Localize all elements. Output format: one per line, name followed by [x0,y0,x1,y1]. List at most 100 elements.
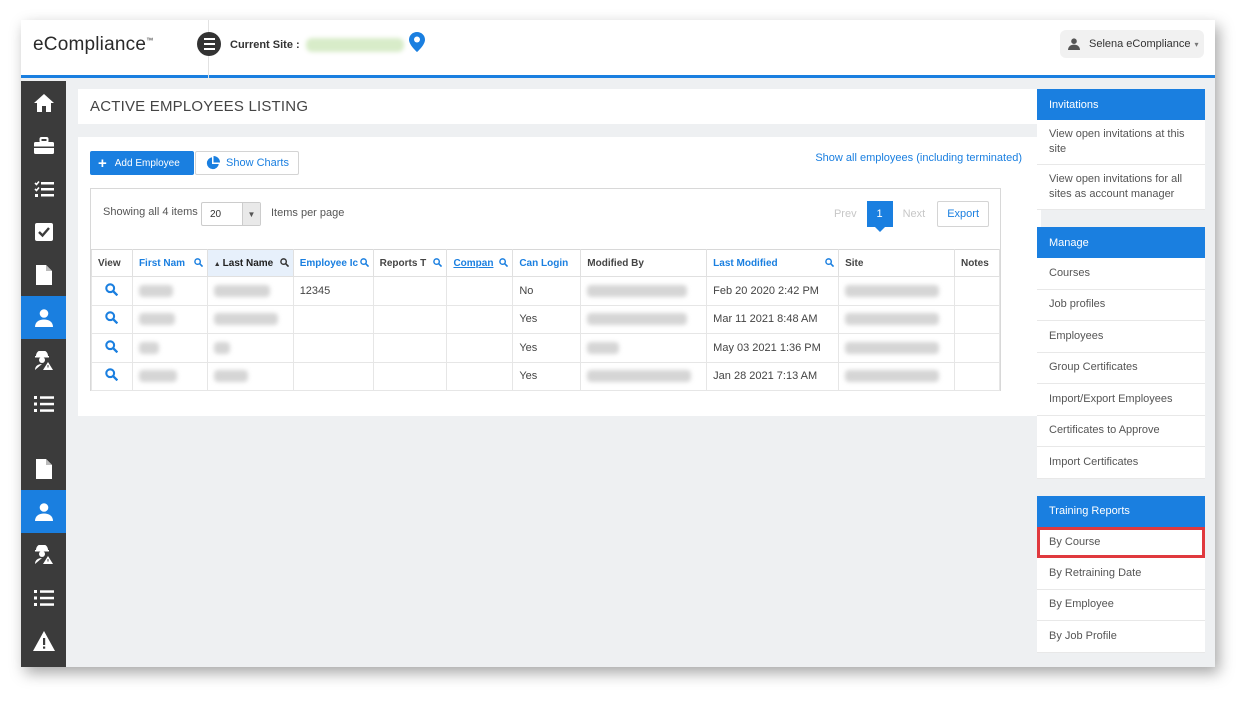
invitations-this-site-link[interactable]: View open invitations at this site [1037,120,1205,165]
checklist-icon [33,180,54,197]
sidebar-item-contractors-2[interactable] [21,533,66,576]
training-reports-panel: Training Reports By Course By Retraining… [1037,495,1205,653]
home-icon [33,93,54,112]
search-icon[interactable] [433,258,443,270]
show-charts-button[interactable]: Show Charts [195,151,299,175]
training-reports-header: Training Reports [1037,495,1205,527]
table-row: Yes Jan 28 2021 7:13 AM [91,361,1001,391]
report-by-employee-link[interactable]: By Employee [1037,590,1205,621]
location-pin-icon[interactable] [409,32,425,57]
search-icon [105,340,119,353]
pager: Prev 1 Next Export [824,201,989,232]
first-name-cell [131,304,208,334]
table-row: 12345 No Feb 20 2020 2:42 PM [91,276,1001,306]
report-by-retraining-date-link[interactable]: By Retraining Date [1037,558,1205,590]
company-cell [446,304,514,334]
manage-group-certificates-link[interactable]: Group Certificates [1037,353,1205,384]
sidebar-item-jobs[interactable] [21,124,66,167]
col-header-site: Site [838,249,955,277]
search-icon[interactable] [825,258,835,270]
view-row-button[interactable] [91,276,133,306]
col-header-view: View [91,249,133,277]
manage-import-certificates-link[interactable]: Import Certificates [1037,447,1205,479]
sidebar-item-lists[interactable] [21,382,66,425]
col-header-notes: Notes [953,249,1001,277]
search-icon[interactable] [359,258,369,270]
company-cell [446,361,514,391]
col-header-employee-id[interactable]: Employee Ic [292,249,374,277]
search-icon[interactable] [279,258,289,270]
last-name-cell [206,333,294,363]
top-bar: eCompliance™ Current Site : Selena eComp… [21,20,1215,78]
manage-courses-link[interactable]: Courses [1037,258,1205,290]
reports-to-cell [372,276,448,306]
page-size-select[interactable]: 20 ▼ [201,202,261,226]
sidebar-item-documents[interactable] [21,253,66,296]
employees-grid: Showing all 4 items 20 ▼ Items per page … [90,188,1001,391]
col-header-first-name[interactable]: First Nam [131,249,208,277]
table-row: Yes May 03 2021 1:36 PM [91,333,1001,363]
plus-icon: + [98,154,107,172]
view-row-button[interactable] [91,333,133,363]
notes-cell [953,304,1001,334]
sidebar-item-employees-2[interactable] [21,490,66,533]
modified-by-cell [580,361,708,391]
manage-employees-link[interactable]: Employees [1037,321,1205,353]
manage-job-profiles-link[interactable]: Job profiles [1037,290,1205,321]
col-header-can-login[interactable]: Can Login [512,249,582,277]
last-name-cell [206,361,294,391]
invitations-all-sites-link[interactable]: View open invitations for all sites as a… [1037,165,1205,210]
sidebar-item-home[interactable] [21,81,66,124]
sidebar-item-tasks[interactable] [21,210,66,253]
col-header-last-modified[interactable]: Last Modified [706,249,840,277]
prev-page-button[interactable]: Prev [824,208,867,220]
report-by-course-link[interactable]: By Course [1037,526,1205,558]
sidebar-item-documents-2[interactable] [21,447,66,490]
first-name-cell [131,276,208,306]
col-header-reports-to[interactable]: Reports T [372,249,448,277]
last-name-cell [206,304,294,334]
site-cell [838,333,955,363]
company-cell [446,333,514,363]
export-button[interactable]: Export [937,201,989,227]
sidebar-item-contractors[interactable] [21,339,66,382]
add-employee-button[interactable]: + Add Employee [90,151,194,175]
view-row-button[interactable] [91,304,133,334]
sidebar-item-incidents[interactable] [21,619,66,662]
user-hardhat-icon [34,350,53,370]
col-header-last-name[interactable]: ▲ Last Name [206,249,294,277]
search-icon[interactable] [499,258,509,270]
view-row-button[interactable] [91,361,133,391]
manage-certificates-to-approve-link[interactable]: Certificates to Approve [1037,416,1205,447]
reports-to-cell [372,361,448,391]
search-icon [105,283,119,296]
last-modified-cell: Jan 28 2021 7:13 AM [706,361,840,391]
notes-cell [953,333,1001,363]
notes-cell [953,276,1001,306]
table-row: Yes Mar 11 2021 8:48 AM [91,304,1001,334]
document-icon [35,264,52,285]
current-site-value[interactable] [306,38,404,52]
reports-to-cell [372,333,448,363]
sort-asc-icon: ▲ [213,260,223,268]
search-icon [105,368,119,382]
col-header-company[interactable]: Compan [446,249,514,277]
next-page-button[interactable]: Next [893,208,936,220]
can-login-cell: Yes [512,333,582,363]
list-icon [33,589,54,606]
logo[interactable]: eCompliance™ [33,34,153,56]
first-name-cell [131,333,208,363]
show-all-employees-link[interactable]: Show all employees (including terminated… [815,152,1022,164]
sidebar-item-employees[interactable] [21,296,66,339]
manage-panel: Manage Courses Job profiles Employees Gr… [1037,227,1205,479]
report-by-job-profile-link[interactable]: By Job Profile [1037,621,1205,653]
sidebar-item-lists-2[interactable] [21,576,66,619]
sidebar-item-checklists[interactable] [21,167,66,210]
search-icon[interactable] [193,258,203,270]
items-count: Showing all 4 items [103,206,198,218]
pie-chart-icon [206,156,220,170]
user-menu[interactable]: Selena eCompliance ▾ [1060,30,1204,58]
menu-icon[interactable] [197,32,221,56]
page-1-button[interactable]: 1 [866,201,893,232]
manage-import-export-employees-link[interactable]: Import/Export Employees [1037,384,1205,416]
